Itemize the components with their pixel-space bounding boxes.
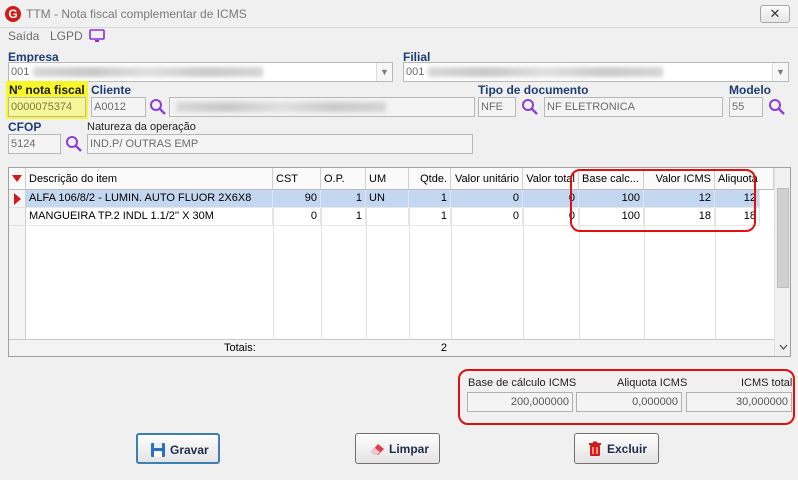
cell-op[interactable]: 1 xyxy=(321,190,366,208)
cell-qtde[interactable]: 1 xyxy=(409,190,451,208)
totals-qtde: 2 xyxy=(440,342,447,354)
filial-select[interactable]: 001 ▼ xyxy=(403,62,789,82)
modelo-label: Modelo xyxy=(729,83,771,97)
app-logo-icon: G xyxy=(5,6,21,22)
monitor-icon[interactable] xyxy=(88,28,106,44)
cell-op[interactable]: 1 xyxy=(321,208,366,226)
cell-cst[interactable]: 0 xyxy=(273,208,321,226)
redacted-text xyxy=(428,67,664,78)
icms-total-label: ICMS total xyxy=(741,377,793,389)
search-icon[interactable] xyxy=(521,98,539,116)
chevron-down-icon[interactable]: ▼ xyxy=(772,63,788,81)
tipo-documento-code-field[interactable]: NFE xyxy=(478,97,516,117)
trash-icon xyxy=(589,441,601,456)
limpar-button[interactable]: Limpar xyxy=(355,433,440,464)
aliquota-icms-label: Aliquota ICMS xyxy=(617,377,688,389)
gravar-label: Gravar xyxy=(170,443,209,457)
title-bar: G TTM - Nota fiscal complementar de ICMS… xyxy=(0,0,798,28)
empresa-code: 001 xyxy=(11,66,30,78)
col-header-um[interactable]: UM xyxy=(366,168,409,190)
col-header-cst[interactable]: CST xyxy=(273,168,321,190)
search-icon[interactable] xyxy=(768,98,786,116)
window-title: TTM - Nota fiscal complementar de ICMS xyxy=(26,7,247,21)
cell-valor-unitario[interactable]: 0 xyxy=(451,190,523,208)
cell-descricao[interactable]: ALFA 106/8/2 - LUMIN. AUTO FLUOR 2X6X8 xyxy=(26,190,273,208)
cfop-field[interactable]: 5124 xyxy=(8,134,61,154)
chevron-down-icon[interactable] xyxy=(779,344,788,350)
col-header-valor-unitario[interactable]: Valor unitário xyxy=(451,168,523,190)
cell-valor-unitario[interactable]: 0 xyxy=(451,208,523,226)
grid-menu-icon[interactable] xyxy=(9,168,26,190)
cfop-label: CFOP xyxy=(8,120,42,134)
cliente-label: Cliente xyxy=(91,83,132,97)
cell-descricao[interactable]: MANGUEIRA TP.2 INDL 1.1/2'' X 30M xyxy=(26,208,273,226)
totals-label: Totais: xyxy=(224,342,256,354)
grid-totals-row: Totais: 2 xyxy=(9,339,774,356)
cell-cst[interactable]: 90 xyxy=(273,190,321,208)
cliente-code-field[interactable]: A0012 xyxy=(91,97,146,117)
col-header-qtde[interactable]: Qtde. xyxy=(409,168,451,190)
gravar-button[interactable]: Gravar xyxy=(136,433,220,464)
annotation-outline xyxy=(570,169,756,232)
limpar-label: Limpar xyxy=(389,442,430,456)
base-calculo-icms-field: 200,000000 xyxy=(467,392,573,412)
vertical-scrollbar[interactable] xyxy=(774,168,790,356)
nota-label: Nº nota fiscal xyxy=(9,83,85,97)
menu-bar: Saída LGPD xyxy=(0,28,798,46)
modelo-field[interactable]: 55 xyxy=(729,97,763,117)
eraser-icon xyxy=(371,444,384,455)
icms-total-field: 30,000000 xyxy=(686,392,792,412)
close-button[interactable]: ✕ xyxy=(760,5,790,23)
row-pointer-icon xyxy=(9,190,26,208)
redacted-text xyxy=(176,102,386,113)
tipo-documento-desc-field: NF ELETRONICA xyxy=(544,97,723,117)
excluir-label: Excluir xyxy=(607,442,648,456)
cell-um[interactable] xyxy=(366,208,409,226)
excluir-button[interactable]: Excluir xyxy=(574,433,659,464)
cell-qtde[interactable]: 1 xyxy=(409,208,451,226)
search-icon[interactable] xyxy=(65,135,83,153)
tipo-documento-label: Tipo de documento xyxy=(478,83,589,97)
scrollbar-thumb[interactable] xyxy=(777,188,789,288)
svg-text:G: G xyxy=(8,7,17,21)
filial-code: 001 xyxy=(406,66,425,78)
redacted-text xyxy=(33,67,264,78)
aliquota-icms-field: 0,000000 xyxy=(576,392,682,412)
cell-um[interactable]: UN xyxy=(366,190,409,208)
empresa-select[interactable]: 001 ▼ xyxy=(8,62,393,82)
chevron-down-icon[interactable]: ▼ xyxy=(376,63,392,81)
nota-fiscal-field[interactable]: 0000075374 xyxy=(8,97,86,117)
cliente-name-field xyxy=(169,97,475,117)
row-indicator-column xyxy=(9,208,26,339)
col-header-op[interactable]: O.P. xyxy=(321,168,366,190)
menu-item-lgpd[interactable]: LGPD xyxy=(50,29,83,43)
natureza-field: IND.P/ OUTRAS EMP xyxy=(87,134,473,154)
menu-item-saida[interactable]: Saída xyxy=(8,29,39,43)
col-header-descricao[interactable]: Descrição do item xyxy=(26,168,273,190)
base-calculo-icms-label: Base de cálculo ICMS xyxy=(468,377,577,389)
save-icon xyxy=(151,443,165,457)
search-icon[interactable] xyxy=(149,98,167,116)
row-indicator xyxy=(9,208,26,226)
natureza-label: Natureza da operação xyxy=(87,121,196,133)
